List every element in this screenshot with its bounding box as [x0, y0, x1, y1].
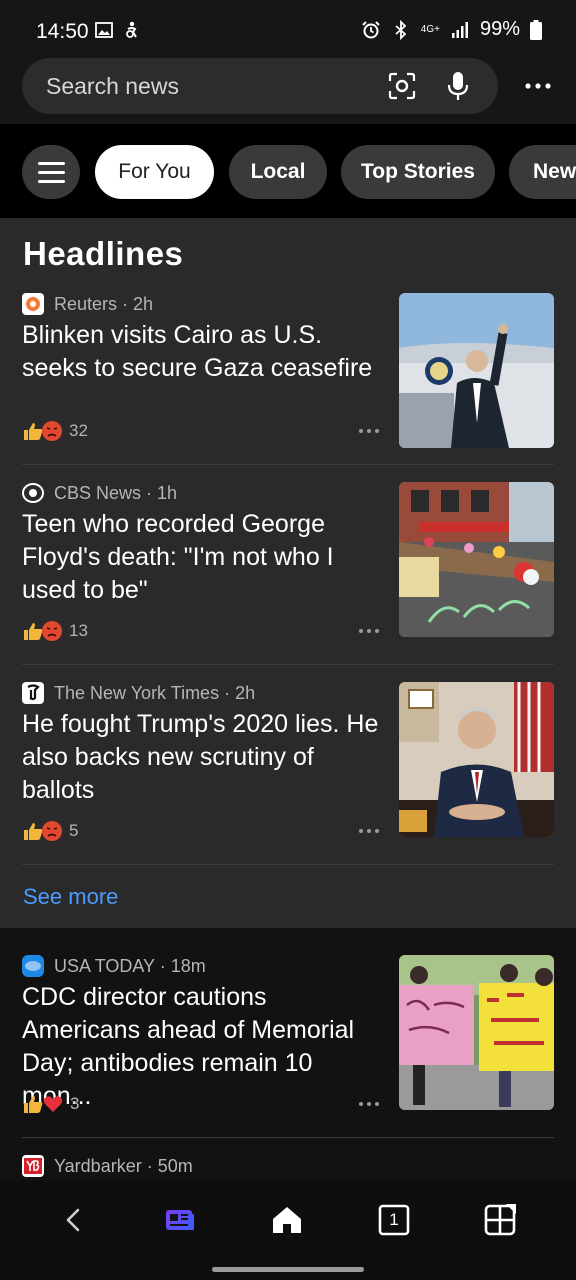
scan-icon[interactable]: [388, 72, 416, 100]
reactions[interactable]: 32: [22, 420, 88, 442]
article-more-icon[interactable]: [358, 828, 380, 834]
article-more-icon[interactable]: [358, 1101, 380, 1107]
yardbarker-logo: [22, 1155, 44, 1177]
network-type: 4G+: [420, 23, 440, 35]
battery-icon: [530, 19, 542, 40]
category-tabs: For You Local Top Stories New: [0, 124, 576, 218]
gallery-icon: [95, 22, 113, 38]
cbs-logo: [22, 482, 44, 504]
article-source: USA TODAY · 18m: [54, 955, 206, 976]
signal-icon: [451, 21, 468, 38]
reactions[interactable]: 13: [22, 620, 88, 642]
article-thumbnail[interactable]: [399, 293, 554, 448]
divider: [22, 1137, 554, 1138]
alarm-icon: [362, 20, 380, 38]
article-source: Yardbarker · 50m: [54, 1155, 193, 1176]
angry-face-icon: [42, 821, 62, 841]
divider: [22, 464, 554, 465]
usa-today-logo: [22, 955, 44, 977]
article-item[interactable]: Yardbarker · 50m: [22, 1155, 554, 1180]
article-item[interactable]: The New York Times · 2h He fought Trump'…: [22, 682, 554, 842]
thumbs-up-icon: [24, 1096, 43, 1113]
search-area: Search news: [0, 56, 576, 124]
search-bar[interactable]: Search news: [22, 58, 498, 114]
article-source: Reuters · 2h: [54, 293, 154, 314]
article-thumbnail[interactable]: [399, 682, 554, 837]
article-source: The New York Times · 2h: [54, 682, 256, 703]
reaction-count: 13: [69, 621, 88, 640]
search-input[interactable]: Search news: [46, 73, 179, 100]
divider: [22, 664, 554, 665]
divider: [22, 864, 554, 865]
status-bar: 14:50 4G+ 99%: [0, 0, 576, 56]
microphone-icon[interactable]: [446, 70, 470, 102]
news-feed-icon[interactable]: [162, 1202, 198, 1238]
tab-top-stories[interactable]: Top Stories: [341, 145, 495, 199]
tab-count: 1: [389, 1210, 399, 1229]
article-item[interactable]: Reuters · 2h Blinken visits Cairo as U.S…: [22, 293, 554, 453]
menu-button[interactable]: [22, 145, 80, 199]
article-item[interactable]: CBS News · 1h Teen who recorded George F…: [22, 482, 554, 642]
article-headline[interactable]: Teen who recorded George Floyd's death: …: [22, 508, 390, 607]
article-source: CBS News · 1h: [54, 482, 178, 503]
more-options-icon[interactable]: [524, 76, 552, 96]
bottom-navigation: 1: [0, 1180, 576, 1280]
bluetooth-icon: [395, 19, 407, 40]
tab-for-you[interactable]: For You: [95, 145, 214, 199]
article-item[interactable]: USA TODAY · 18m CDC director cautions Am…: [22, 955, 554, 1115]
tab-new[interactable]: New: [509, 145, 576, 199]
home-icon[interactable]: [269, 1202, 305, 1238]
battery-percent: 99%: [479, 18, 520, 40]
angry-face-icon: [42, 421, 62, 441]
reactions[interactable]: 5: [22, 820, 78, 842]
article-more-icon[interactable]: [358, 628, 380, 634]
article-thumbnail[interactable]: [399, 482, 554, 637]
back-icon[interactable]: [56, 1202, 92, 1238]
status-time: 14:50: [36, 20, 89, 43]
reaction-count: 5: [69, 821, 79, 840]
nyt-logo: [22, 682, 44, 704]
reaction-count: 32: [69, 421, 88, 440]
home-indicator[interactable]: [212, 1267, 364, 1272]
heart-icon: [43, 1096, 63, 1112]
angry-face-icon: [42, 621, 62, 641]
reaction-count: 3: [70, 1094, 80, 1113]
accessibility-icon: [126, 21, 137, 38]
reactions[interactable]: 3: [22, 1093, 79, 1115]
reuters-logo: [22, 293, 44, 315]
article-headline[interactable]: He fought Trump's 2020 lies. He also bac…: [22, 708, 390, 807]
article-thumbnail[interactable]: [399, 955, 554, 1110]
see-more-link[interactable]: See more: [23, 884, 118, 910]
article-headline[interactable]: Blinken visits Cairo as U.S. seeks to se…: [22, 319, 390, 385]
article-more-icon[interactable]: [358, 428, 380, 434]
apps-icon[interactable]: [482, 1202, 518, 1238]
section-title: Headlines: [23, 235, 184, 272]
tabs-icon[interactable]: 1: [376, 1202, 412, 1238]
tab-local[interactable]: Local: [229, 145, 327, 199]
